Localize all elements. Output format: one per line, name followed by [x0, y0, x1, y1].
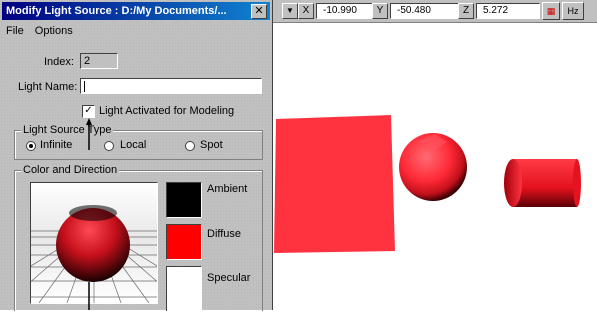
- grid-icon: ▦: [546, 6, 556, 16]
- hz-button[interactable]: Hz: [562, 2, 584, 20]
- red-cube: [274, 115, 395, 253]
- diffuse-color-swatch[interactable]: [166, 224, 202, 260]
- z-value-field[interactable]: 5.272: [476, 3, 540, 19]
- diffuse-label: Diffuse: [207, 228, 242, 240]
- index-label: Index:: [44, 56, 74, 68]
- z-label: Z: [458, 3, 474, 19]
- radio-local-label: Local: [120, 139, 147, 151]
- menu-options[interactable]: Options: [31, 22, 77, 40]
- dialog-titlebar[interactable]: Modify Light Source : D:/My Documents/..…: [2, 2, 270, 20]
- index-field: 2: [80, 53, 118, 69]
- color-direction-title: Color and Direction: [21, 164, 120, 176]
- specular-color-swatch[interactable]: [166, 266, 202, 311]
- menu-file[interactable]: File: [2, 22, 28, 40]
- coordinate-toolbar: ▼ X -10.990 Y -50.480 Z 5.272 ▦ Hz: [272, 0, 597, 23]
- y-label: Y: [372, 3, 388, 19]
- 3d-viewport[interactable]: [273, 23, 597, 310]
- radio-local[interactable]: [104, 141, 114, 151]
- radio-infinite[interactable]: [26, 141, 36, 151]
- close-button[interactable]: ✕: [251, 4, 267, 19]
- light-activated-checkbox[interactable]: ✓: [82, 105, 95, 118]
- light-name-input[interactable]: [80, 78, 262, 94]
- radio-spot-label: Spot: [200, 139, 223, 151]
- ambient-color-swatch[interactable]: [166, 182, 202, 218]
- radio-infinite-label: Infinite: [40, 139, 73, 151]
- light-source-type-group: Light Source Type Infinite Local Spot: [14, 124, 263, 160]
- light-name-label: Light Name:: [18, 81, 78, 93]
- radio-spot[interactable]: [185, 141, 195, 151]
- light-activated-label: Light Activated for Modeling: [99, 105, 235, 117]
- red-cylinder: [513, 159, 577, 207]
- specular-label: Specular: [207, 272, 251, 284]
- y-value-field[interactable]: -50.480: [390, 3, 462, 19]
- grid-button[interactable]: ▦: [542, 2, 560, 20]
- x-label: X: [298, 3, 314, 19]
- modify-light-source-dialog: Modify Light Source : D:/My Documents/..…: [0, 0, 273, 311]
- ambient-label: Ambient: [207, 183, 248, 195]
- toolbar-dropdown-button[interactable]: ▼: [282, 3, 298, 19]
- light-direction-preview[interactable]: [30, 182, 158, 304]
- x-value-field[interactable]: -10.990: [316, 3, 376, 19]
- menu-bar: File Options: [2, 22, 77, 40]
- light-source-type-title: Light Source Type: [21, 124, 114, 136]
- dialog-title: Modify Light Source : D:/My Documents/..…: [6, 5, 227, 17]
